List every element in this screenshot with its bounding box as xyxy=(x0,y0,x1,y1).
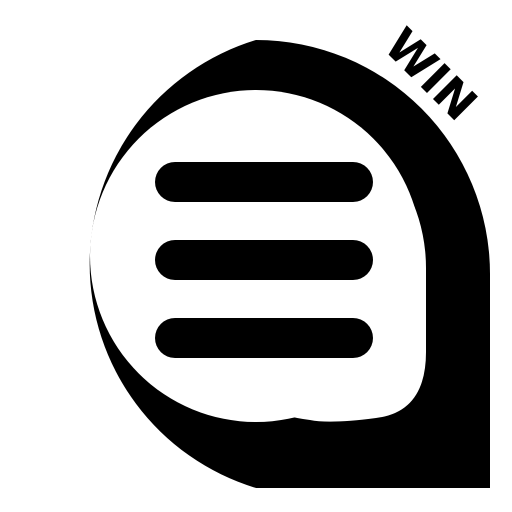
chat-bubble-menu-icon: WIN xyxy=(89,18,490,488)
menu-bar-middle xyxy=(155,240,373,280)
app-logo: WIN xyxy=(0,0,512,512)
menu-bar-top xyxy=(155,162,373,202)
menu-bar-bottom xyxy=(155,318,373,358)
